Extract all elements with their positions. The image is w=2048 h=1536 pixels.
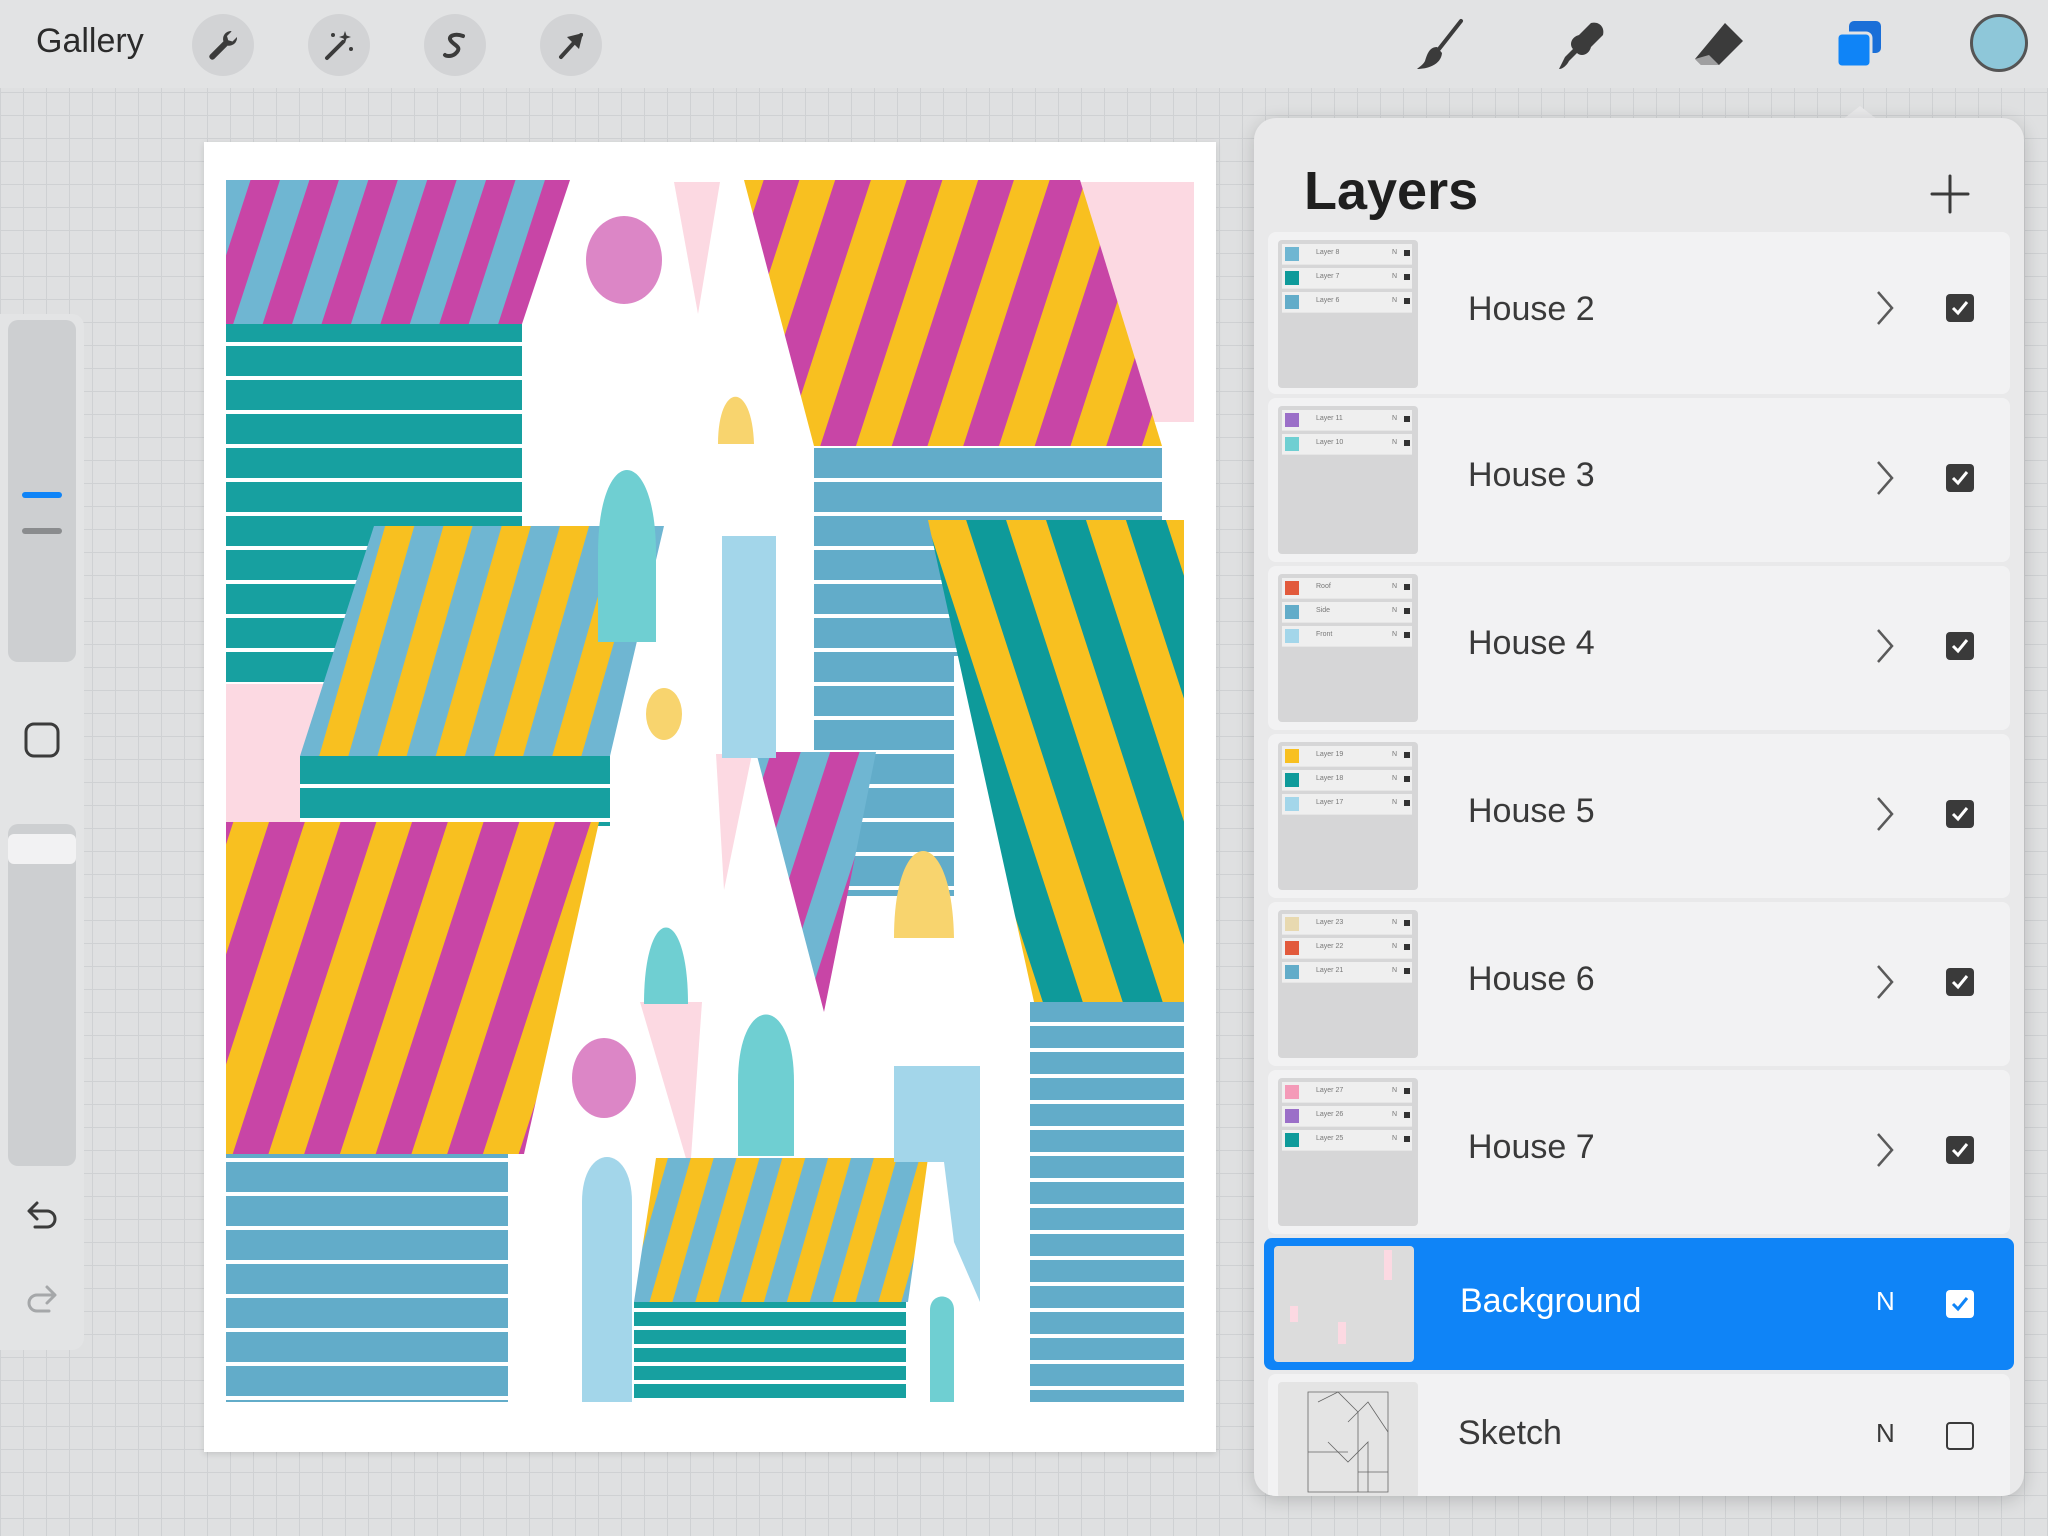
layer-group-house-6[interactable]: Layer 23 N Layer 22 N Layer 21 N House 6	[1268, 902, 2010, 1066]
undo-button[interactable]	[20, 1192, 64, 1236]
layer-background[interactable]: Background N	[1264, 1238, 2014, 1370]
gallery-button[interactable]: Gallery	[36, 22, 144, 61]
layer-thumbnail: Layer 8N Layer 7N Layer 6N	[1278, 240, 1418, 388]
chevron-right-icon[interactable]	[1874, 1130, 1896, 1170]
chevron-right-icon[interactable]	[1874, 288, 1896, 328]
layer-visibility-checkbox[interactable]	[1946, 632, 1974, 660]
smudge-button[interactable]	[1546, 10, 1616, 80]
layer-thumbnail: Layer 11 N Layer 10 N	[1278, 406, 1418, 554]
adjustments-button[interactable]	[308, 14, 370, 76]
layer-visibility-checkbox[interactable]	[1946, 800, 1974, 828]
panel-title: Layers	[1304, 161, 1479, 221]
chevron-right-icon[interactable]	[1874, 626, 1896, 666]
layer-thumbnail: Layer 19 N Layer 18 N Layer 17 N	[1278, 742, 1418, 890]
layer-group-house-4[interactable]: Roof N Side N Front N House 4	[1268, 566, 2010, 730]
smudge-icon	[1559, 22, 1604, 69]
layer-name: Background	[1460, 1282, 1642, 1320]
layer-group-house-3[interactable]: Layer 11 N Layer 10 N House 3	[1268, 398, 2010, 562]
layer-thumbnail: Layer 27 N Layer 26 N Layer 25 N	[1278, 1078, 1418, 1226]
layer-name: House 4	[1468, 624, 1595, 662]
brush-size-tick	[22, 528, 62, 534]
layer-group-house-2[interactable]: Layer 8N Layer 7N Layer 6N House 2	[1268, 232, 2010, 394]
brush-icon	[1417, 19, 1463, 69]
wrench-icon	[209, 31, 238, 60]
brush-size-slider[interactable]	[8, 320, 76, 662]
magic-wand-icon	[325, 31, 353, 60]
opacity-slider[interactable]	[8, 824, 76, 1166]
layer-visibility-checkbox[interactable]	[1946, 294, 1974, 322]
paint-brush-button[interactable]	[1406, 10, 1476, 80]
layer-thumbnail	[1278, 1382, 1418, 1496]
transform-arrow-icon	[559, 33, 583, 59]
opacity-handle[interactable]	[8, 834, 76, 864]
selection-button[interactable]	[424, 14, 486, 76]
eraser-button[interactable]	[1684, 10, 1754, 80]
plus-icon[interactable]	[1926, 170, 1974, 218]
eraser-icon	[1695, 23, 1743, 65]
layer-group-house-7[interactable]: Layer 27 N Layer 26 N Layer 25 N House 7	[1268, 1070, 2010, 1234]
layer-visibility-checkbox[interactable]	[1946, 1422, 1974, 1450]
selection-icon	[443, 32, 465, 58]
artwork-houses	[226, 180, 1194, 1402]
color-picker-button[interactable]	[1970, 14, 2028, 72]
layer-group-house-5[interactable]: Layer 19 N Layer 18 N Layer 17 N House 5	[1268, 734, 2010, 898]
layer-visibility-checkbox[interactable]	[1946, 464, 1974, 492]
layers-button[interactable]	[1824, 10, 1894, 80]
drawing-canvas[interactable]	[204, 142, 1216, 1452]
transform-button[interactable]	[540, 14, 602, 76]
layer-thumbnail: Roof N Side N Front N	[1278, 574, 1418, 722]
layer-name: House 5	[1468, 792, 1595, 830]
blend-mode-button[interactable]: N	[1876, 1418, 1895, 1449]
chevron-right-icon[interactable]	[1874, 794, 1896, 834]
layer-name: House 6	[1468, 960, 1595, 998]
left-sidebar	[0, 314, 84, 1350]
layer-sketch[interactable]: Sketch N	[1268, 1374, 2010, 1496]
layer-visibility-checkbox[interactable]	[1946, 1290, 1974, 1318]
chevron-right-icon[interactable]	[1874, 962, 1896, 1002]
layer-name: House 7	[1468, 1128, 1595, 1166]
redo-button[interactable]	[20, 1276, 64, 1320]
actions-button[interactable]	[192, 14, 254, 76]
chevron-right-icon[interactable]	[1874, 458, 1896, 498]
layer-visibility-checkbox[interactable]	[1946, 1136, 1974, 1164]
layer-name: Sketch	[1458, 1414, 1562, 1452]
layers-icon	[1835, 21, 1881, 69]
brush-size-handle[interactable]	[22, 492, 62, 498]
modify-square-icon	[24, 722, 60, 758]
layer-thumbnail	[1274, 1246, 1414, 1362]
top-toolbar: Gallery	[0, 0, 2048, 88]
layers-panel: Layers Layer 8N Layer 7N Layer 6N House …	[1254, 118, 2024, 1496]
layer-name: House 2	[1468, 290, 1595, 328]
layer-thumbnail: Layer 23 N Layer 22 N Layer 21 N	[1278, 910, 1418, 1058]
blend-mode-button[interactable]: N	[1876, 1286, 1895, 1317]
redo-icon	[27, 1285, 57, 1313]
layer-visibility-checkbox[interactable]	[1946, 968, 1974, 996]
undo-icon	[27, 1201, 57, 1229]
layer-name: House 3	[1468, 456, 1595, 494]
modify-button[interactable]	[20, 718, 64, 762]
